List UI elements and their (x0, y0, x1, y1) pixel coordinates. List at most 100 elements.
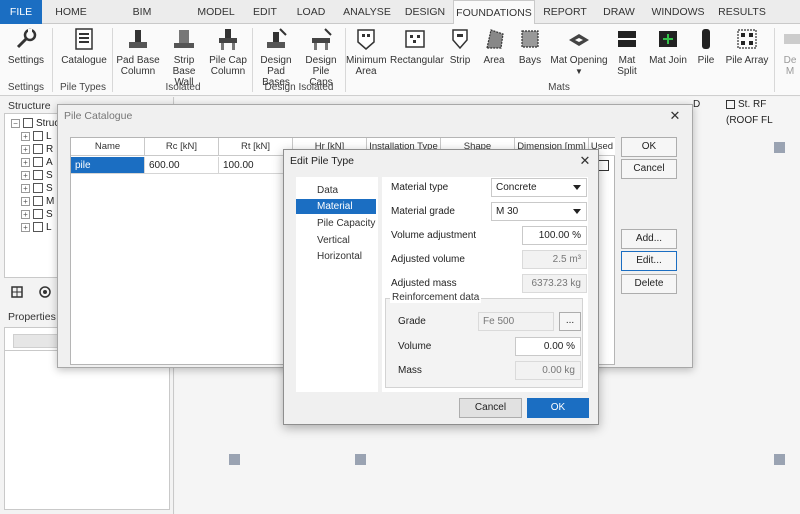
expand-icon[interactable]: + (21, 222, 30, 232)
mass-field: 0.00 kg (515, 361, 581, 380)
grade-browse-button[interactable]: ... (559, 312, 581, 331)
tab-file[interactable]: FILE (0, 0, 42, 24)
adjusted-mass-field: 6373.23 kg (522, 274, 587, 293)
folder-icon (23, 118, 33, 129)
expand-icon[interactable]: + (21, 131, 30, 141)
tab-draw[interactable]: DRAW (598, 0, 640, 24)
tab-bim-integration[interactable]: BIM INTEGRATION (100, 0, 184, 42)
tree-item[interactable]: + L (21, 131, 52, 143)
expand-icon[interactable]: + (21, 157, 30, 167)
tree-root[interactable]: − Struc (11, 118, 59, 130)
close-icon[interactable]: ✕ (666, 107, 684, 125)
grid-icon (33, 157, 43, 168)
rectangular-button[interactable]: Rectangular (390, 26, 444, 66)
bays-icon (521, 30, 539, 48)
nav-item-pile-capacity[interactable]: Pile Capacity (296, 216, 376, 231)
tab-report[interactable]: REPORT (542, 0, 588, 24)
strip-icon (452, 29, 468, 50)
ok-button[interactable]: OK (621, 137, 677, 157)
mesh-icon (33, 196, 43, 207)
area-label: Area (483, 55, 505, 66)
chevron-down-icon (573, 185, 581, 190)
tab-load[interactable]: LOAD (290, 0, 332, 24)
volume-input[interactable]: 0.00 % (515, 337, 581, 356)
section-icon (33, 170, 43, 181)
pad-base-column-label: Pad Base Column (116, 55, 160, 77)
tree-item[interactable]: + L (21, 222, 52, 234)
material-grade-select[interactable]: M 30 (491, 202, 587, 221)
group-label-mats: Mats (548, 82, 570, 93)
view-tab[interactable]: St. RF (ROOF FL (726, 97, 800, 126)
column-header-rt[interactable]: Rt [kN] (219, 138, 293, 156)
pile-array-button[interactable]: Pile Array (724, 26, 770, 66)
tab-foundations[interactable]: FOUNDATIONS (453, 0, 535, 25)
expand-icon[interactable]: + (21, 144, 30, 154)
add-button[interactable]: Add... (621, 229, 677, 249)
strip-button[interactable]: Strip (444, 26, 476, 66)
table-cell-rc[interactable]: 600.00 (145, 157, 219, 174)
expand-icon[interactable]: + (21, 196, 30, 206)
pile-cap-column-button[interactable]: Pile Cap Column (208, 26, 248, 77)
delete-button[interactable]: Delete (621, 274, 677, 294)
pile-button[interactable]: Pile (692, 26, 720, 66)
ok-button[interactable]: OK (527, 398, 589, 418)
tree-item-label: M (46, 196, 55, 207)
tree-item[interactable]: + S (21, 183, 53, 195)
expand-icon[interactable]: + (21, 209, 30, 219)
groups-tab-icon[interactable] (38, 285, 52, 299)
nav-item-material[interactable]: Material (296, 199, 376, 214)
strip-base-wall-button[interactable]: Strip Base Wall (162, 26, 206, 88)
mat-split-button[interactable]: Mat Split (610, 26, 644, 77)
column-header-rc[interactable]: Rc [kN] (145, 138, 219, 156)
nav-item-horizontal[interactable]: Horizontal (296, 249, 376, 264)
design-mats-button[interactable]: De M (780, 26, 800, 77)
column-header-name[interactable]: Name (71, 138, 145, 156)
mat-opening-button[interactable]: Mat Opening ▼ (550, 26, 608, 77)
cancel-button[interactable]: Cancel (459, 398, 522, 418)
pile-catalogue-title: Pile Catalogue (58, 105, 692, 127)
reinforcement-title: Reinforcement data (390, 292, 482, 303)
catalogue-button[interactable]: Catalogue (60, 26, 108, 66)
tab-windows[interactable]: WINDOWS (650, 0, 706, 24)
design-pad-icon (267, 28, 287, 48)
close-icon[interactable]: ✕ (576, 152, 594, 170)
grid-node (355, 454, 366, 465)
material-type-select[interactable]: Concrete (491, 178, 587, 197)
used-checkbox[interactable] (598, 160, 609, 171)
minimum-area-button[interactable]: Minimum Area (346, 26, 387, 77)
settings-button[interactable]: Settings (6, 26, 46, 66)
design-pile-caps-button[interactable]: Design Pile Caps (300, 26, 342, 88)
expand-icon[interactable]: + (21, 183, 30, 193)
nav-item-data[interactable]: Data (296, 183, 376, 198)
tree-item[interactable]: + R (21, 144, 53, 156)
nav-item-vertical[interactable]: Vertical (296, 233, 376, 248)
area-button[interactable]: Area (478, 26, 510, 66)
pad-base-column-button[interactable]: Pad Base Column (116, 26, 160, 77)
expand-icon[interactable]: + (21, 170, 30, 180)
tab-home[interactable]: HOME (50, 0, 92, 24)
volume-adjustment-input[interactable]: 100.00 % (522, 226, 587, 245)
area-icon (486, 29, 504, 49)
mat-join-button[interactable]: Mat Join (648, 26, 688, 66)
tab-analyse[interactable]: ANALYSE (340, 0, 394, 24)
tree-item[interactable]: + S (21, 170, 53, 182)
table-cell-name[interactable]: pile (71, 157, 145, 174)
collapse-icon[interactable]: − (11, 118, 20, 128)
tab-edit[interactable]: EDIT (246, 0, 284, 24)
tab-design[interactable]: DESIGN (402, 0, 448, 24)
grade-field: Fe 500 (478, 312, 554, 331)
bays-button[interactable]: Bays (514, 26, 546, 66)
tree-item-label: R (46, 144, 54, 155)
tree-item[interactable]: + A (21, 157, 53, 169)
design-pad-bases-button[interactable]: Design Pad Bases (254, 26, 298, 88)
view-tab-letter[interactable]: D (693, 97, 700, 113)
tree-item[interactable]: + M (21, 196, 54, 208)
structure-tab-icon[interactable] (10, 285, 24, 299)
tree-item[interactable]: + S (21, 209, 53, 221)
cancel-button[interactable]: Cancel (621, 159, 677, 179)
tab-results[interactable]: RESULTS (716, 0, 768, 24)
table-cell-rt[interactable]: 100.00 (219, 157, 293, 174)
adjusted-volume-field: 2.5 m³ (522, 250, 587, 269)
tab-model[interactable]: MODEL (190, 0, 242, 24)
edit-button[interactable]: Edit... (621, 251, 677, 271)
